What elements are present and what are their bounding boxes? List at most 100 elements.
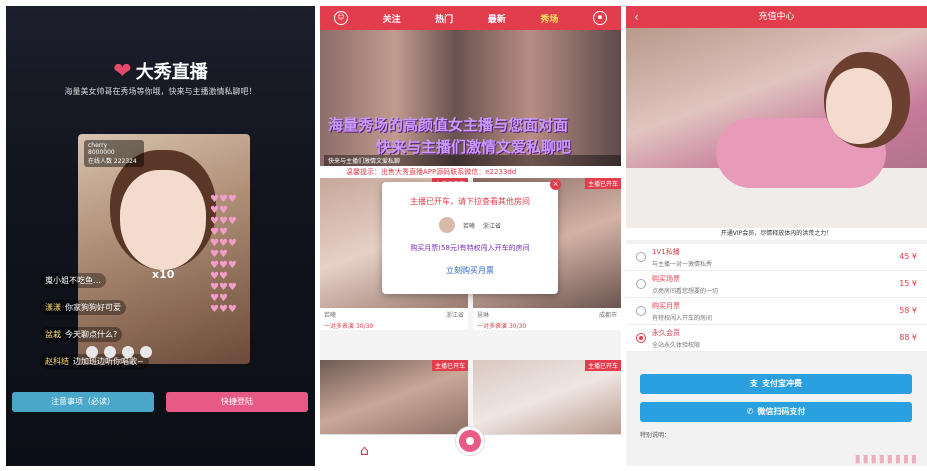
page-title: 充值中心 xyxy=(758,12,795,22)
room-thumbnail xyxy=(320,360,468,434)
room-count: 30/30 xyxy=(508,323,527,330)
room-thumbnail xyxy=(473,360,621,434)
modal-host-name: 若曦 xyxy=(462,222,475,230)
room-mode: 一对多表演 xyxy=(324,323,355,330)
alipay-label: 支付宝冲费 xyxy=(762,379,802,388)
bottom-bar: ⌂ xyxy=(320,427,621,466)
chat-text: 边加班边听你唱歌~ xyxy=(73,357,144,366)
banner-line2: 快来与主播们激情文爱私聊吧 xyxy=(376,138,572,156)
tab-hot[interactable]: 热门 xyxy=(435,12,453,25)
plan-radio[interactable] xyxy=(636,279,646,289)
plan-price: 15 ¥ xyxy=(899,279,917,288)
home-icon[interactable]: ⌂ xyxy=(360,443,369,459)
banner-line1: 海量秀场的高颜值女主播与您面对面 xyxy=(328,116,569,134)
room-status: 一对多表演 30/30 xyxy=(320,321,468,330)
wechat-icon: ✆ xyxy=(746,407,754,416)
promo-photo xyxy=(626,28,927,228)
tab-showroom[interactable]: 秀场 xyxy=(540,12,558,25)
plan-radio[interactable] xyxy=(636,306,646,316)
chat-icon[interactable] xyxy=(86,346,98,358)
heart-logo-icon: ❤ xyxy=(113,59,132,84)
chat-text: 今天聊点什么? xyxy=(65,330,118,339)
profile-icon[interactable]: ☺ xyxy=(334,11,348,25)
stream-header: cherry 8000000 在线人数 222324 xyxy=(84,140,144,167)
message-icon[interactable]: ▪ xyxy=(592,11,607,25)
quick-login-button[interactable]: 快捷登陆 xyxy=(166,392,308,412)
chat-text: 嵬小姐不吃鱼… xyxy=(45,276,101,285)
avatar xyxy=(438,217,455,233)
room-status-tag: 主播已开车 xyxy=(584,178,621,189)
chat-message: 嵬小姐不吃鱼… xyxy=(40,273,106,288)
chat-message: 漾漾 你家狗狗好可爱 xyxy=(40,300,126,315)
room-count: 30/30 xyxy=(355,323,374,330)
alipay-button[interactable]: 支支付宝冲费 xyxy=(640,374,912,394)
plan-desc: 全站永久体验权限 xyxy=(652,342,701,349)
plan-radio[interactable] xyxy=(636,252,646,262)
room-status-tag: 主播已开车 xyxy=(584,360,621,371)
wechat-pay-button[interactable]: ✆ 微信扫码支付 xyxy=(640,402,912,422)
plan-name: 1V1私播 xyxy=(652,248,680,256)
plan-option[interactable]: 购买月票 有特权闯入开车的房间 58 ¥ xyxy=(626,298,927,325)
vip-slogan: 开通VIP会员，尽情释放体内的洪荒之力！ xyxy=(626,228,927,240)
plan-price: 88 ¥ xyxy=(899,333,917,342)
modal-host-location: 浙江省 xyxy=(483,222,502,230)
chat-user: 漾漾 xyxy=(45,303,61,312)
plan-price: 45 ¥ xyxy=(899,252,917,261)
notice-button[interactable]: 注意事项（必读） xyxy=(12,392,154,412)
plan-option[interactable]: 1V1私播 与主播一对一激情私秀 45 ¥ xyxy=(626,244,927,271)
special-note: 特别说明： xyxy=(640,432,671,439)
gift-icon[interactable] xyxy=(122,346,134,358)
recharge-header: ‹ 充值中心 xyxy=(626,6,927,28)
top-nav: ☺ 关注 热门 最新 秀场 ▪ xyxy=(320,6,621,30)
close-icon[interactable]: × xyxy=(550,179,561,190)
room-card[interactable]: 主播已开车 xyxy=(473,360,621,434)
room-status-tag: 主播已开车 xyxy=(431,360,468,371)
stream-host-name: cherry xyxy=(88,142,108,149)
modal-title: 主播已开车，请下拉查看其他房间 xyxy=(410,197,530,206)
plan-option[interactable]: 购买场票 点亮房间看您想要的一切 15 ¥ xyxy=(626,271,927,298)
go-live-button[interactable] xyxy=(456,427,484,455)
chat-user: 赵科结 xyxy=(45,357,69,366)
streamer-photo xyxy=(120,170,206,270)
promo-banner[interactable]: 海量秀场的高颜值女主播与您面对面 快来与主播们激情文爱私聊吧 快来与主播们激情文… xyxy=(320,30,621,166)
gift-count: x10 xyxy=(152,268,175,281)
notice-marquee: 温馨提示：出售大秀直播APP源码联系微信：e2233dd xyxy=(320,166,621,178)
plan-list: 1V1私播 与主播一对一激情私秀 45 ¥ 购买场票 点亮房间看您想要的一切 1… xyxy=(626,244,927,352)
tab-follow[interactable]: 关注 xyxy=(383,12,401,25)
tab-latest[interactable]: 最新 xyxy=(488,12,506,25)
photo-model xyxy=(826,68,892,144)
plan-desc: 点亮房间看您想要的一切 xyxy=(652,288,719,295)
share-icon[interactable] xyxy=(104,346,116,358)
plan-radio-selected[interactable] xyxy=(636,333,646,343)
watermark: ▮▮▮▮▮▮▮▮ xyxy=(854,452,919,465)
buy-month-ticket-link[interactable]: 立刻购买月票 xyxy=(382,265,558,276)
room-host: 慧琳 xyxy=(477,312,490,319)
chat-message: 盆栽 今天聊点什么? xyxy=(40,327,123,342)
stream-toolbar xyxy=(86,346,152,358)
room-locked-modal: × 主播已开车，请下拉查看其他房间 若曦 浙江省 购买月票(58元)有特权闯入开… xyxy=(382,179,561,294)
wechat-label: 微信扫码支付 xyxy=(757,407,806,416)
plan-name: 购买场票 xyxy=(652,275,680,283)
more-icon[interactable] xyxy=(140,346,152,358)
room-meta: 若曦 浙江省 xyxy=(320,308,468,321)
app-slogan: 海量美女帅哥在秀场等你哦，快来与主播激情私聊吧！ xyxy=(64,87,257,96)
room-card[interactable]: 主播已开车 xyxy=(320,360,468,434)
chat-feed: 嵬小姐不吃鱼… 漾漾 你家狗狗好可爱 盆栽 今天聊点什么? 赵科结 边加班边听你唱歌~ xyxy=(40,268,220,376)
modal-host: 若曦 浙江省 xyxy=(382,217,558,233)
stream-viewers: 在线人数 222324 xyxy=(88,158,137,165)
room-mode: 一对多表演 xyxy=(477,323,508,330)
stream-id: 8000000 xyxy=(88,149,115,156)
plan-name: 购买月票 xyxy=(652,302,680,310)
plan-desc: 有特权闯入开车的房间 xyxy=(652,315,713,322)
room-meta: 慧琳 成都市 xyxy=(473,308,621,321)
alipay-icon: 支 xyxy=(750,379,758,388)
app-name: 大秀直播 xyxy=(135,62,208,83)
app-logo: ❤ 大秀直播 xyxy=(6,58,315,84)
chat-user: 盆栽 xyxy=(45,330,61,339)
buy-ticket-link[interactable]: 购买月票(58元)有特权闯入开车的房间 xyxy=(382,243,558,253)
back-icon[interactable]: ‹ xyxy=(634,6,639,28)
plan-option[interactable]: 永久会员 全站永久体验权限 88 ¥ xyxy=(626,325,927,352)
plan-desc: 与主播一对一激情私秀 xyxy=(652,261,713,268)
room-location: 浙江省 xyxy=(445,312,464,319)
room-location: 成都市 xyxy=(598,312,617,319)
